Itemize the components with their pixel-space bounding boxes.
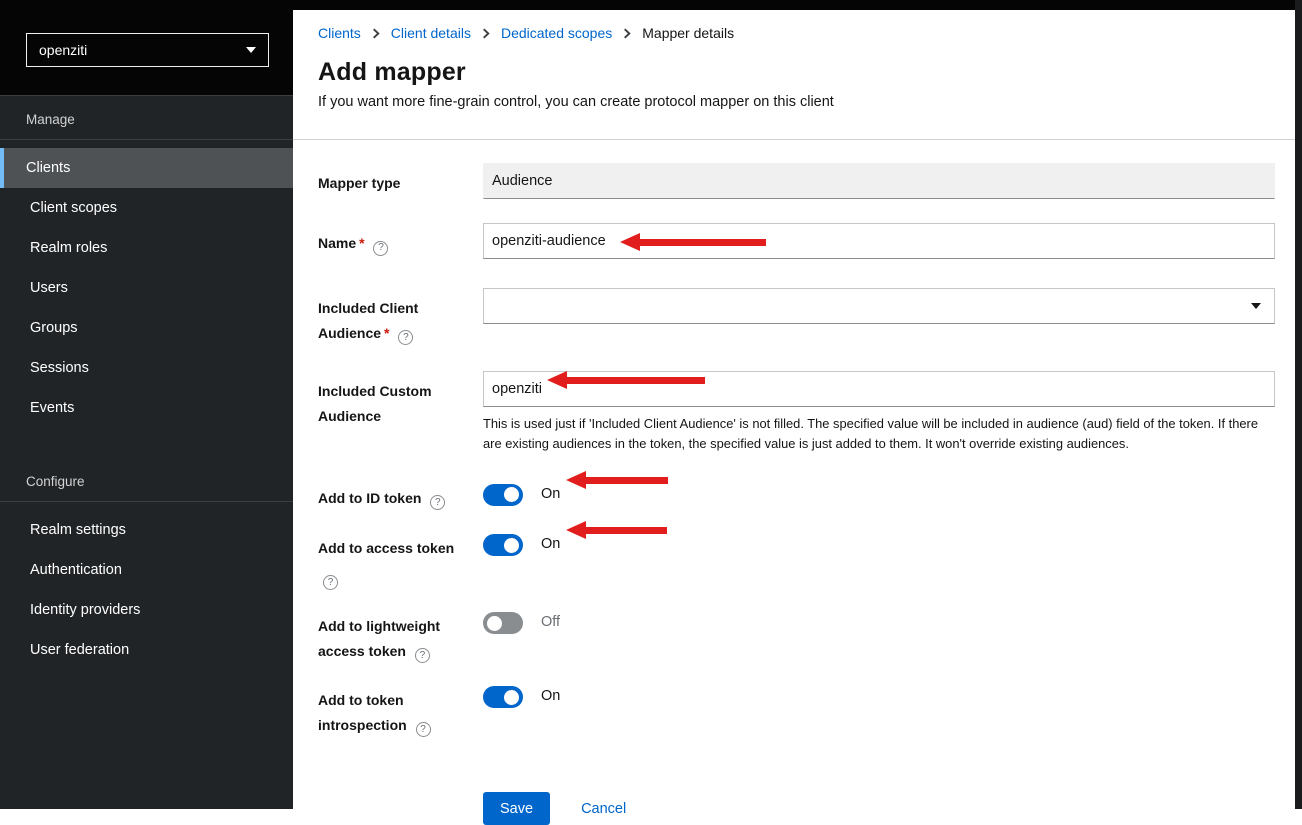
page-subtitle: If you want more fine-grain control, you… <box>318 94 1275 110</box>
page-header: Clients Client details Dedicated scopes … <box>293 10 1295 140</box>
add-to-token-introspection-row: Add to token introspection ? On <box>318 686 1275 737</box>
add-to-access-token-toggle[interactable] <box>483 534 523 556</box>
sidebar-item-sessions[interactable]: Sessions <box>0 348 293 388</box>
chevron-down-icon <box>1251 303 1261 309</box>
mapper-type-row: Mapper type <box>318 163 1275 199</box>
page-title: Add mapper <box>318 58 1275 87</box>
sidebar-nav: Manage Clients Client scopes Realm roles… <box>0 95 293 670</box>
sidebar-item-events[interactable]: Events <box>0 388 293 428</box>
sidebar-item-identity-providers[interactable]: Identity providers <box>0 590 293 630</box>
mapper-type-field <box>483 163 1275 199</box>
add-to-lightweight-access-token-toggle[interactable] <box>483 612 523 634</box>
add-to-id-token-state: On <box>541 484 560 502</box>
add-to-access-token-label: Add to access token <box>318 540 454 556</box>
add-to-token-introspection-label: Add to token introspection <box>318 692 407 733</box>
included-custom-audience-field[interactable] <box>483 371 1275 407</box>
breadcrumb-clients[interactable]: Clients <box>318 25 361 41</box>
sidebar-item-groups[interactable]: Groups <box>0 308 293 348</box>
main-content: Clients Client details Dedicated scopes … <box>293 10 1295 809</box>
toggle-knob <box>504 690 519 705</box>
help-icon[interactable]: ? <box>398 330 413 345</box>
included-custom-audience-help: This is used just if 'Included Client Au… <box>483 414 1275 455</box>
toggle-knob <box>504 538 519 553</box>
toggle-knob <box>487 616 502 631</box>
help-icon[interactable]: ? <box>323 575 338 590</box>
sidebar-item-user-federation[interactable]: User federation <box>0 630 293 670</box>
chevron-down-icon <box>246 47 256 53</box>
breadcrumb-separator-icon <box>482 28 490 39</box>
nav-section-configure: Configure Realm settings Authentication … <box>0 464 293 670</box>
nav-section-manage: Manage Clients Client scopes Realm roles… <box>0 96 293 428</box>
sidebar-item-users[interactable]: Users <box>0 268 293 308</box>
sidebar-item-realm-roles[interactable]: Realm roles <box>0 228 293 268</box>
add-to-token-introspection-state: On <box>541 686 560 704</box>
required-indicator: * <box>359 235 364 251</box>
sidebar-item-realm-settings[interactable]: Realm settings <box>0 510 293 550</box>
name-row: Name* ? <box>318 223 1275 259</box>
included-client-audience-select[interactable] <box>483 288 1275 324</box>
add-to-access-token-row: Add to access token ? On <box>318 534 1275 590</box>
sidebar-item-client-scopes[interactable]: Client scopes <box>0 188 293 228</box>
add-mapper-form: Mapper type Name* ? Included Client Audi… <box>293 140 1295 825</box>
included-custom-audience-row: Included Custom Audience This is used ju… <box>318 371 1275 455</box>
add-to-id-token-row: Add to ID token ? On <box>318 484 1275 511</box>
breadcrumb-separator-icon <box>623 28 631 39</box>
scrollbar-track[interactable] <box>1295 0 1302 809</box>
included-custom-audience-label: Included Custom Audience <box>318 383 432 424</box>
toggle-knob <box>504 487 519 502</box>
name-field[interactable] <box>483 223 1275 259</box>
sidebar: openziti Manage Clients Client scopes Re… <box>0 0 293 809</box>
top-bar <box>0 0 1302 10</box>
add-to-access-token-state: On <box>541 534 560 552</box>
add-to-id-token-label: Add to ID token <box>318 490 421 506</box>
breadcrumb-dedicated-scopes[interactable]: Dedicated scopes <box>501 25 612 41</box>
add-to-lightweight-access-token-state: Off <box>541 612 560 630</box>
sidebar-item-clients[interactable]: Clients <box>0 148 293 188</box>
nav-section-title-manage: Manage <box>0 96 293 140</box>
add-to-lightweight-access-token-row: Add to lightweight access token ? Off <box>318 612 1275 663</box>
breadcrumb-separator-icon <box>372 28 380 39</box>
breadcrumb: Clients Client details Dedicated scopes … <box>318 25 1275 41</box>
mapper-type-label: Mapper type <box>318 175 400 191</box>
help-icon[interactable]: ? <box>373 241 388 256</box>
name-label: Name <box>318 235 356 251</box>
included-client-audience-row: Included Client Audience* ? <box>318 288 1275 345</box>
breadcrumb-mapper-details: Mapper details <box>642 25 734 41</box>
help-icon[interactable]: ? <box>430 495 445 510</box>
required-indicator: * <box>384 325 389 341</box>
add-to-id-token-toggle[interactable] <box>483 484 523 506</box>
sidebar-item-authentication[interactable]: Authentication <box>0 550 293 590</box>
nav-section-title-configure: Configure <box>0 464 293 502</box>
help-icon[interactable]: ? <box>416 722 431 737</box>
sidebar-header: openziti <box>0 0 293 95</box>
help-icon[interactable]: ? <box>415 648 430 663</box>
add-to-token-introspection-toggle[interactable] <box>483 686 523 708</box>
breadcrumb-client-details[interactable]: Client details <box>391 25 471 41</box>
realm-selector-value: openziti <box>39 42 87 58</box>
realm-selector[interactable]: openziti <box>26 33 269 67</box>
